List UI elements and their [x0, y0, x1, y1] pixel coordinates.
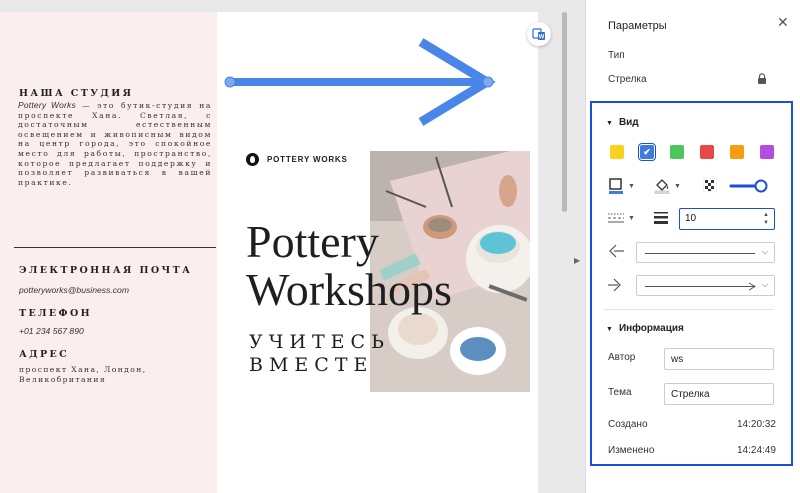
phone-value: +01 234 567 890 — [19, 326, 84, 336]
line-end-icon — [608, 278, 621, 292]
studio-heading: НАША СТУДИЯ — [19, 88, 134, 99]
line-start-icon — [609, 244, 624, 258]
chevron-down-icon: ⌵ — [761, 247, 768, 256]
subject-label: Тема — [608, 387, 632, 398]
subtitle-line-2: ВМЕСТЕ — [249, 354, 374, 376]
view-section-header[interactable]: ▼ Вид — [606, 117, 639, 128]
author-field[interactable]: ws — [664, 348, 774, 370]
fill-bucket-icon — [654, 179, 670, 194]
address-value: проспект Хана, Лондон, Великобритания — [19, 365, 147, 384]
line-start-dropdown[interactable]: ⌵ — [636, 242, 775, 263]
opacity-slider[interactable] — [729, 178, 769, 194]
arrow-start-handle[interactable] — [224, 76, 236, 88]
line-start-preview — [645, 253, 755, 254]
left-info-column: НАША СТУДИЯ Pottery Works — это бутик-ст… — [0, 12, 217, 493]
arrowhead-preview-icon — [748, 282, 756, 291]
chevron-down-icon: ▼ — [628, 214, 635, 222]
color-swatch[interactable] — [700, 145, 714, 159]
panel-title: Параметры — [608, 20, 667, 32]
section-separator — [604, 309, 774, 310]
svg-text:W: W — [539, 35, 545, 41]
brand-row: POTTERY WORKS — [246, 153, 348, 166]
email-heading: ЭЛЕКТРОННАЯ ПОЧТА — [19, 265, 193, 276]
chevron-down-icon: ▼ — [628, 182, 635, 190]
stroke-width-input[interactable]: 10 ▲ ▼ — [679, 208, 775, 230]
studio-description: Pottery Works — это бутик-студия на прос… — [18, 100, 212, 187]
document-area: НАША СТУДИЯ Pottery Works — это бутик-ст… — [0, 0, 570, 493]
checkmark-icon: ✔ — [643, 146, 651, 157]
close-icon[interactable]: ✕ — [777, 14, 789, 31]
convert-to-word-button[interactable]: W — [527, 22, 551, 46]
collapse-triangle-icon: ▼ — [606, 120, 613, 127]
type-value: Стрелка — [608, 74, 647, 85]
dash-style-icon — [608, 213, 624, 223]
line-end-dropdown[interactable]: ⌵ — [636, 275, 775, 296]
stroke-color-picker[interactable]: ▼ — [608, 178, 635, 194]
line-end-preview — [645, 286, 755, 287]
collapse-triangle-icon: ▼ — [606, 326, 613, 333]
info-heading: Информация — [618, 323, 684, 334]
color-swatch[interactable] — [670, 145, 684, 159]
word-convert-icon: W — [532, 28, 545, 41]
line-weight-glyph — [654, 212, 668, 224]
spinner-arrows-icon[interactable]: ▲ ▼ — [763, 211, 769, 227]
address-heading: АДРЕС — [19, 349, 70, 360]
studio-brand-name: Pottery Works — [18, 100, 76, 110]
brand-name: POTTERY WORKS — [267, 155, 348, 164]
slider-track — [729, 179, 768, 193]
main-title: Pottery Workshops — [246, 218, 452, 314]
opacity-checker-icon — [703, 178, 717, 192]
collapse-panel-icon[interactable]: ▶ — [574, 256, 580, 265]
section-divider — [14, 247, 216, 248]
view-heading: Вид — [618, 117, 639, 128]
stroke-color-icon — [609, 178, 623, 194]
vertical-scrollbar[interactable] — [562, 12, 567, 212]
phone-heading: ТЕЛЕФОН — [19, 308, 93, 319]
pottery-logo-icon — [246, 153, 259, 166]
subtitle-line-1: УЧИТЕСЬ — [249, 331, 390, 353]
title-line-1: Pottery — [246, 216, 379, 267]
opacity-toggle[interactable] — [703, 178, 717, 192]
arrow-annotation[interactable] — [215, 30, 505, 130]
author-value: ws — [671, 354, 684, 365]
created-value: 14:20:32 — [737, 419, 776, 430]
color-swatch[interactable] — [730, 145, 744, 159]
subtitle: УЧИТЕСЬ ВМЕСТЕ — [249, 331, 390, 377]
properties-panel: Параметры ✕ Тип Стрелка ▼ Вид ✔ ▼ ▼ ▼ 10… — [585, 0, 800, 493]
studio-text: — это бутик-студия на проспекте Хана. Св… — [18, 101, 212, 187]
stroke-width-value: 10 — [685, 213, 697, 224]
modified-label: Изменено — [608, 445, 655, 456]
color-swatch[interactable]: ✔ — [638, 143, 656, 161]
modified-value: 14:24:49 — [737, 445, 776, 456]
color-swatch[interactable] — [760, 145, 774, 159]
created-label: Создано — [608, 419, 648, 430]
lock-icon[interactable] — [757, 73, 767, 84]
arrow-end-handle[interactable] — [482, 76, 494, 88]
email-value: potteryworks@business.com — [19, 285, 129, 295]
author-label: Автор — [608, 352, 636, 363]
line-weight-icon — [654, 212, 668, 224]
fill-color-picker[interactable]: ▼ — [654, 178, 681, 194]
chevron-down-icon: ▼ — [674, 182, 681, 190]
subject-field[interactable]: Стрелка — [664, 383, 774, 405]
type-label: Тип — [608, 50, 625, 61]
subject-value: Стрелка — [671, 389, 710, 400]
line-style-picker[interactable]: ▼ — [608, 212, 635, 224]
chevron-down-icon: ⌵ — [761, 280, 768, 289]
info-section-header[interactable]: ▼ Информация — [606, 323, 684, 334]
color-swatch[interactable] — [610, 145, 624, 159]
title-line-2: Workshops — [246, 264, 452, 315]
